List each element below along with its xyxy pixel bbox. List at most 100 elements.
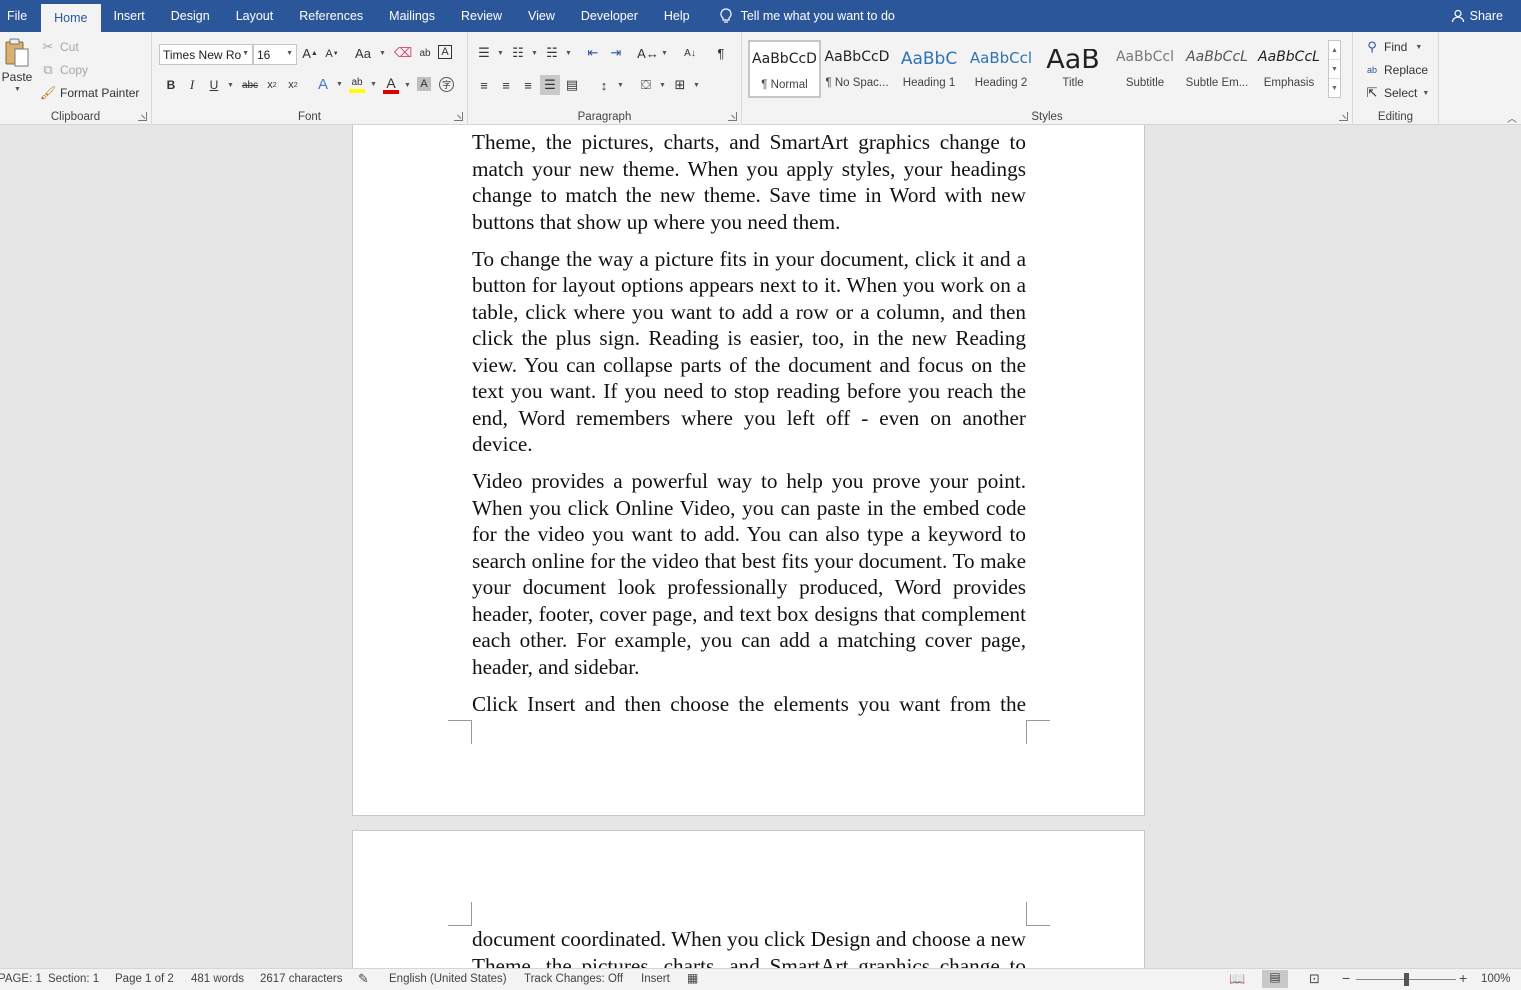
style-no-spacing[interactable]: AaBbCcD ¶ No Spac... — [821, 40, 893, 98]
tab-file[interactable]: File — [0, 0, 41, 32]
clipboard-launcher-icon[interactable] — [138, 112, 147, 121]
multilevel-list-button[interactable]: ☵ ▼ — [544, 45, 572, 61]
shading-button[interactable]: ⛋ ▼ — [638, 77, 666, 93]
align-right-button[interactable]: ≡ — [520, 77, 536, 93]
font-color-dropdown-icon[interactable]: ▼ — [404, 82, 411, 89]
subscript-button[interactable]: x2 — [264, 77, 280, 93]
tab-layout[interactable]: Layout — [223, 0, 287, 32]
styles-gallery-scroll[interactable]: ▲ ▼ ▼ — [1328, 40, 1341, 98]
body-paragraph[interactable]: Click Insert and then choose the element… — [472, 691, 1026, 720]
align-left-button[interactable]: ≡ — [476, 77, 492, 93]
web-layout-icon[interactable]: ⊡ — [1309, 971, 1320, 987]
numbering-button[interactable]: ☷ ▼ — [510, 45, 538, 61]
decrease-indent-button[interactable]: ⇤ — [585, 45, 601, 61]
paragraph-launcher-icon[interactable] — [728, 112, 737, 121]
page-2-body-text[interactable]: document coordinated. When you click Des… — [472, 926, 1026, 968]
paste-button[interactable]: Paste ▼ — [2, 38, 32, 93]
bold-button[interactable]: B — [163, 77, 179, 93]
bullets-dropdown-icon[interactable]: ▼ — [497, 50, 504, 57]
style-normal[interactable]: AaBbCcD ¶ Normal — [748, 40, 821, 98]
macro-record-icon[interactable]: ▦ — [687, 971, 698, 985]
paste-dropdown-icon[interactable]: ▼ — [14, 86, 21, 93]
style-heading-2[interactable]: AaBbCcl Heading 2 — [965, 40, 1037, 98]
shading-dropdown-icon[interactable]: ▼ — [659, 82, 666, 89]
highlight-dropdown-icon[interactable]: ▼ — [370, 81, 377, 88]
zoom-in-button[interactable]: + — [1459, 970, 1467, 986]
grow-font-button[interactable]: A ▲ — [302, 45, 318, 61]
show-formatting-button[interactable]: ¶ — [713, 45, 729, 61]
underline-button[interactable]: U ▼ — [206, 77, 234, 93]
status-language[interactable]: English (United States) — [389, 973, 507, 985]
body-paragraph[interactable]: Theme, the pictures, charts, and SmartAr… — [472, 129, 1026, 235]
font-launcher-icon[interactable] — [454, 112, 463, 121]
print-layout-icon[interactable]: ▤ — [1262, 970, 1288, 988]
gallery-down-icon[interactable]: ▼ — [1329, 60, 1340, 79]
sort-button[interactable]: A↓ — [682, 45, 698, 61]
font-name-dropdown-icon[interactable]: ▼ — [242, 50, 249, 57]
clear-formatting-button[interactable]: ⌫ — [394, 45, 412, 61]
style-subtitle[interactable]: AaBbCcl Subtitle — [1109, 40, 1181, 98]
asian-layout-button[interactable]: A↔ ▼ — [637, 45, 668, 61]
tab-home[interactable]: Home — [41, 4, 101, 32]
text-effects-dropdown-icon[interactable]: ▼ — [336, 81, 343, 88]
status-character-count[interactable]: 2617 characters — [260, 973, 342, 985]
read-mode-icon[interactable]: 📖 — [1229, 971, 1245, 987]
gallery-more-icon[interactable]: ▼ — [1329, 79, 1340, 98]
character-border-button[interactable]: A — [438, 45, 452, 59]
cut-button[interactable]: ✂ Cut — [40, 39, 79, 55]
character-shading-button[interactable]: A — [417, 77, 431, 91]
change-case-button[interactable]: Aa ▼ — [352, 45, 386, 61]
justify-button[interactable]: ☰ — [540, 75, 560, 95]
select-dropdown-icon[interactable]: ▼ — [1422, 90, 1429, 97]
line-spacing-dropdown-icon[interactable]: ▼ — [617, 82, 624, 89]
find-dropdown-icon[interactable]: ▼ — [1415, 44, 1422, 51]
text-effects-button[interactable]: A ▼ — [315, 76, 343, 93]
phonetic-guide-button[interactable]: ab — [417, 45, 433, 61]
superscript-button[interactable]: x2 — [285, 77, 301, 93]
status-track-changes[interactable]: Track Changes: Off — [524, 973, 623, 985]
tab-help[interactable]: Help — [651, 0, 703, 32]
distributed-button[interactable]: ▤ — [564, 77, 580, 93]
shrink-font-button[interactable]: A ▼ — [324, 46, 340, 62]
numbering-dropdown-icon[interactable]: ▼ — [531, 50, 538, 57]
zoom-slider-thumb[interactable] — [1403, 973, 1409, 986]
status-word-count[interactable]: 481 words — [191, 973, 244, 985]
body-line[interactable]: Theme, the pictures, charts, and SmartAr… — [472, 953, 1026, 969]
multilevel-list-dropdown-icon[interactable]: ▼ — [565, 50, 572, 57]
status-page-number[interactable]: PAGE: 1 — [0, 973, 42, 985]
borders-dropdown-icon[interactable]: ▼ — [693, 82, 700, 89]
font-size-combo[interactable]: 16 ▼ — [253, 44, 297, 65]
font-color-button[interactable]: A ▼ — [383, 75, 411, 94]
style-title[interactable]: AaB Title — [1037, 40, 1109, 98]
zoom-level[interactable]: 100% — [1481, 973, 1510, 985]
increase-indent-button[interactable]: ⇥ — [608, 45, 624, 61]
style-emphasis[interactable]: AaBbCcL Emphasis — [1253, 40, 1325, 98]
highlight-button[interactable]: ab ▼ — [349, 76, 377, 93]
format-painter-button[interactable]: 🖌 Format Painter — [40, 85, 140, 101]
proofing-icon[interactable]: ✎ — [358, 971, 369, 987]
align-center-button[interactable]: ≡ — [498, 77, 514, 93]
tab-developer[interactable]: Developer — [568, 0, 651, 32]
status-insert-mode[interactable]: Insert — [641, 973, 670, 985]
status-section[interactable]: Section: 1 — [48, 973, 99, 985]
strikethrough-button[interactable]: abc — [240, 77, 260, 93]
style-heading-1[interactable]: AaBbC Heading 1 — [893, 40, 965, 98]
page-1-body-text[interactable]: Theme, the pictures, charts, and SmartAr… — [472, 129, 1026, 719]
tab-review[interactable]: Review — [448, 0, 515, 32]
tell-me-search[interactable]: Tell me what you want to do — [703, 0, 895, 32]
underline-dropdown-icon[interactable]: ▼ — [227, 82, 234, 89]
copy-button[interactable]: ⧉ Copy — [40, 62, 88, 78]
tab-mailings[interactable]: Mailings — [376, 0, 448, 32]
borders-button[interactable]: ⊞ ▼ — [672, 77, 700, 93]
body-line[interactable]: document coordinated. When you click Des… — [472, 926, 1026, 953]
font-size-dropdown-icon[interactable]: ▼ — [286, 50, 293, 57]
find-button[interactable]: ⚲ Find ▼ — [1364, 39, 1422, 55]
select-button[interactable]: ⇱ Select ▼ — [1364, 85, 1430, 101]
collapse-ribbon-icon[interactable]: ︿ — [1507, 110, 1517, 125]
tab-view[interactable]: View — [515, 0, 568, 32]
tab-design[interactable]: Design — [158, 0, 223, 32]
status-page-of[interactable]: Page 1 of 2 — [115, 973, 174, 985]
body-paragraph[interactable]: Video provides a powerful way to help yo… — [472, 468, 1026, 680]
italic-button[interactable]: I — [184, 77, 200, 93]
tab-references[interactable]: References — [286, 0, 376, 32]
